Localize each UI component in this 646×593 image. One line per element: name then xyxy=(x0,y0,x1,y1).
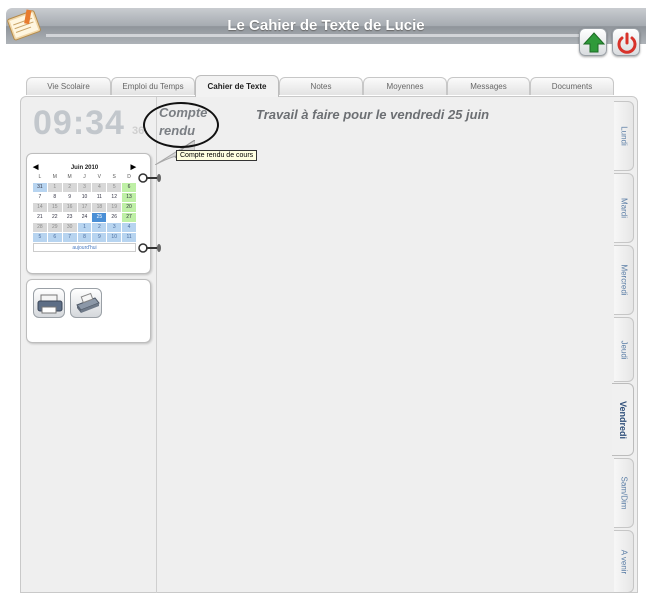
tab-vie-scolaire[interactable]: Vie Scolaire xyxy=(26,77,111,95)
calendar-day[interactable]: 9 xyxy=(92,233,107,242)
clock-time: 09:34 xyxy=(33,104,125,142)
tab-notes[interactable]: Notes xyxy=(279,77,363,95)
calendar: ◀ Juin 2010 ▶ L M M J V S D 31 1 2 3 4 5… xyxy=(33,163,136,252)
calendar-day[interactable]: 29 xyxy=(47,223,62,232)
calendar-header: ◀ Juin 2010 ▶ xyxy=(33,163,136,173)
day-tab-jeudi[interactable]: Jeudi xyxy=(614,317,634,382)
day-tab-mercredi[interactable]: Mercredi xyxy=(614,245,634,315)
calendar-day[interactable]: 24 xyxy=(77,213,92,222)
highlight-circle xyxy=(143,102,219,148)
calendar-day[interactable]: 5 xyxy=(107,183,122,192)
calendar-dow: S xyxy=(107,173,122,182)
scanner-icon xyxy=(76,292,100,313)
power-button[interactable] xyxy=(612,28,640,56)
calendar-day[interactable]: 1 xyxy=(47,183,62,192)
calendar-day[interactable]: 17 xyxy=(77,203,92,212)
tab-emploi-du-temps[interactable]: Emploi du Temps xyxy=(111,77,195,95)
calendar-day[interactable]: 21 xyxy=(33,213,47,222)
calendar-day[interactable]: 4 xyxy=(92,183,107,192)
day-tab-mardi[interactable]: Mardi xyxy=(614,173,634,243)
calendar-day[interactable]: 23 xyxy=(62,213,77,222)
calendar-day[interactable]: 28 xyxy=(33,223,47,232)
calendar-dow: L xyxy=(33,173,47,182)
tab-moyennes[interactable]: Moyennes xyxy=(363,77,447,95)
calendar-day[interactable]: 3 xyxy=(107,223,122,232)
calendar-day[interactable]: 31 xyxy=(33,183,47,192)
calendar-day[interactable]: 10 xyxy=(107,233,122,242)
calendar-day[interactable]: 8 xyxy=(77,233,92,242)
day-tab-vendredi[interactable]: Vendredi xyxy=(612,383,634,456)
calendar-day[interactable]: 2 xyxy=(62,183,77,192)
title-bar-shine xyxy=(46,34,586,37)
calendar-day[interactable]: 4 xyxy=(122,223,136,232)
calendar-day[interactable]: 10 xyxy=(77,193,92,202)
calendar-day[interactable]: 6 xyxy=(122,183,136,192)
calendar-day[interactable]: 14 xyxy=(33,203,47,212)
tab-cahier-de-texte[interactable]: Cahier de Texte xyxy=(195,75,279,97)
calendar-day[interactable]: 30 xyxy=(62,223,77,232)
home-button[interactable] xyxy=(579,28,607,56)
calendar-day[interactable]: 18 xyxy=(92,203,107,212)
calendar-day[interactable]: 26 xyxy=(107,213,122,222)
binder-ring-icon xyxy=(138,243,161,253)
calendar-today-link[interactable]: aujourd'hui xyxy=(33,243,136,252)
calendar-dow: D xyxy=(122,173,136,182)
calendar-day[interactable]: 11 xyxy=(122,233,136,242)
title-bar: Le Cahier de Texte de Lucie xyxy=(6,8,646,44)
calendar-day[interactable]: 27 xyxy=(122,213,136,222)
calendar-day[interactable]: 11 xyxy=(92,193,107,202)
calendar-day[interactable]: 6 xyxy=(47,233,62,242)
calendar-dow: M xyxy=(47,173,62,182)
calendar-day[interactable]: 19 xyxy=(107,203,122,212)
compte-rendu-tooltip: Compte rendu de cours xyxy=(176,150,258,161)
calendar-dow: J xyxy=(77,173,92,182)
calendar-day[interactable]: 9 xyxy=(62,193,77,202)
day-tab-label: Mercredi xyxy=(619,264,628,296)
calendar-day[interactable]: 7 xyxy=(62,233,77,242)
calendar-dow: M xyxy=(62,173,77,182)
calendar-day[interactable]: 15 xyxy=(47,203,62,212)
day-tab-label: Sam/Dim xyxy=(619,476,628,510)
day-tab-label: Mardi xyxy=(619,197,628,219)
calendar-day[interactable]: 5 xyxy=(33,233,47,242)
calendar-grid: L M M J V S D 31 1 2 3 4 5 6 7 8 9 10 11… xyxy=(33,173,136,242)
calendar-next-icon[interactable]: ▶ xyxy=(131,163,136,173)
day-tab-lundi[interactable]: Lundi xyxy=(614,101,634,171)
calendar-day[interactable]: 16 xyxy=(62,203,77,212)
calendar-prev-icon[interactable]: ◀ xyxy=(33,163,38,173)
panel-divider xyxy=(156,97,157,593)
day-tab-label: A venir xyxy=(619,549,628,574)
day-tab-label: Vendredi xyxy=(617,400,628,439)
red-power-icon xyxy=(617,32,637,54)
printer-icon xyxy=(37,294,63,314)
print-button[interactable] xyxy=(33,288,65,318)
day-tab-sam-dim[interactable]: Sam/Dim xyxy=(614,458,634,528)
day-tab-a-venir[interactable]: A venir xyxy=(614,530,634,593)
calendar-month: Juin 2010 xyxy=(70,165,99,171)
calendar-day[interactable]: 8 xyxy=(47,193,62,202)
app-title: Le Cahier de Texte de Lucie xyxy=(227,17,425,34)
calendar-day[interactable]: 2 xyxy=(92,223,107,232)
calendar-day[interactable]: 1 xyxy=(77,223,92,232)
calendar-day[interactable]: 7 xyxy=(33,193,47,202)
scan-button[interactable] xyxy=(70,288,102,318)
calendar-dow: V xyxy=(92,173,107,182)
tab-messages[interactable]: Messages xyxy=(447,77,530,95)
homework-header: Travail à faire pour le vendredi 25 juin xyxy=(256,107,490,122)
binder-ring-icon xyxy=(138,173,161,183)
green-up-arrow-icon xyxy=(582,32,606,53)
calendar-day[interactable]: 3 xyxy=(77,183,92,192)
calendar-day[interactable]: 20 xyxy=(122,203,136,212)
calendar-day[interactable]: 13 xyxy=(122,193,136,202)
calendar-day[interactable]: 12 xyxy=(107,193,122,202)
day-tab-label: Jeudi xyxy=(619,339,628,360)
day-tab-label: Lundi xyxy=(619,126,628,146)
calendar-day[interactable]: 22 xyxy=(47,213,62,222)
tab-documents[interactable]: Documents xyxy=(530,77,614,95)
calendar-day-selected[interactable]: 25 xyxy=(92,213,107,222)
